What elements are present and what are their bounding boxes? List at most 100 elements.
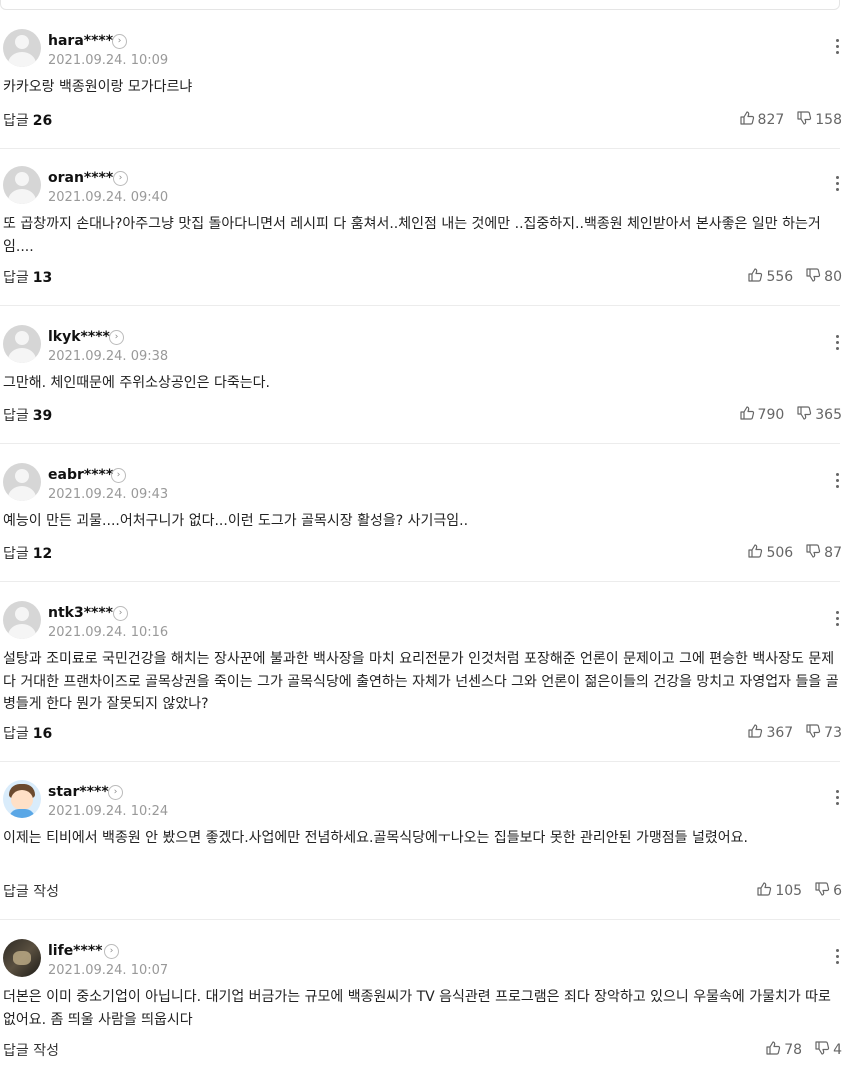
reply-count: 39 — [32, 408, 53, 424]
username[interactable]: oran**** — [48, 170, 113, 186]
comment-text: 또 곱창까지 손대나?아주그냥 맛집 돌아다니면서 레시피 다 훔쳐서..체인점… — [3, 216, 821, 255]
reply-button[interactable]: 답글 작성 — [3, 881, 59, 901]
comment-date: 2021.09.24. 10:07 — [48, 963, 169, 978]
username[interactable]: ntk3**** — [48, 605, 113, 621]
like-button[interactable]: 790 — [739, 405, 785, 425]
chevron-right-icon[interactable]: › — [104, 944, 119, 959]
username[interactable]: lkyk**** — [48, 329, 110, 345]
thumbs-down-icon — [805, 543, 824, 563]
dislike-button[interactable]: 6 — [814, 881, 842, 901]
avatar[interactable] — [3, 601, 41, 639]
chevron-right-icon[interactable]: › — [108, 785, 123, 800]
vote-group: 78 4 — [753, 1040, 842, 1060]
dislike-count: 80 — [824, 269, 842, 285]
like-button[interactable]: 78 — [765, 1040, 802, 1060]
vote-group: 827 158 — [727, 110, 842, 130]
thumbs-up-icon — [747, 543, 766, 563]
reply-label: 답글 — [3, 270, 29, 286]
more-options-icon[interactable] — [832, 176, 842, 196]
reply-button[interactable]: 답글 12 — [3, 543, 52, 563]
reply-label: 답글 — [3, 113, 29, 129]
avatar[interactable] — [3, 463, 41, 501]
comment-date: 2021.09.24. 09:40 — [48, 190, 169, 205]
more-options-icon[interactable] — [832, 473, 842, 493]
chevron-right-icon[interactable]: › — [111, 468, 126, 483]
vote-group: 790 365 — [727, 405, 842, 425]
thumbs-down-icon — [796, 405, 815, 425]
dislike-button[interactable]: 87 — [805, 543, 842, 563]
reply-count: 26 — [32, 113, 53, 129]
comment-date: 2021.09.24. 10:16 — [48, 625, 169, 640]
comment-input-box[interactable] — [0, 0, 840, 10]
avatar[interactable] — [3, 29, 41, 67]
comment-text: 그만해. 체인때문에 주위소상공인은 다죽는다. — [3, 375, 270, 391]
comment-date: 2021.09.24. 10:09 — [48, 53, 169, 68]
divider — [0, 581, 840, 582]
comment-date: 2021.09.24. 09:38 — [48, 349, 169, 364]
thumbs-up-icon — [739, 405, 758, 425]
username[interactable]: eabr**** — [48, 467, 113, 483]
avatar[interactable] — [3, 325, 41, 363]
dislike-button[interactable]: 365 — [796, 405, 842, 425]
reply-label: 답글 작성 — [3, 884, 59, 900]
dislike-button[interactable]: 158 — [796, 110, 842, 130]
reply-label: 답글 — [3, 546, 29, 562]
thumbs-up-icon — [765, 1040, 784, 1060]
more-options-icon[interactable] — [832, 39, 842, 59]
thumbs-down-icon — [814, 1040, 833, 1060]
dislike-count: 158 — [815, 112, 842, 128]
avatar[interactable] — [3, 780, 41, 818]
username[interactable]: life**** — [48, 943, 102, 959]
dislike-count: 87 — [824, 545, 842, 561]
more-options-icon[interactable] — [832, 335, 842, 355]
chevron-right-icon[interactable]: › — [113, 606, 128, 621]
divider — [0, 443, 840, 444]
avatar[interactable] — [3, 939, 41, 977]
reply-button[interactable]: 답글 26 — [3, 110, 52, 130]
reply-label: 답글 — [3, 726, 29, 742]
reply-label: 답글 — [3, 408, 29, 424]
reply-button[interactable]: 답글 작성 — [3, 1040, 59, 1060]
chevron-right-icon[interactable]: › — [113, 171, 128, 186]
dislike-count: 365 — [815, 407, 842, 423]
reply-button[interactable]: 답글 13 — [3, 267, 52, 287]
like-count: 827 — [757, 112, 785, 128]
chevron-right-icon[interactable]: › — [109, 330, 124, 345]
like-button[interactable]: 827 — [739, 110, 785, 130]
thumbs-down-icon — [805, 267, 824, 287]
like-button[interactable]: 105 — [756, 881, 802, 901]
avatar[interactable] — [3, 166, 41, 204]
username[interactable]: hara**** — [48, 33, 113, 49]
comment-text: 예능이 만든 괴물....어처구니가 없다...이런 도그가 골목시장 활성을?… — [3, 513, 469, 529]
like-button[interactable]: 367 — [747, 723, 793, 743]
thumbs-down-icon — [814, 881, 833, 901]
comment-text: 설탕과 조미료로 국민건강을 해치는 장사꾼에 불과한 백사장을 마치 요리전문… — [3, 651, 839, 712]
like-button[interactable]: 556 — [747, 267, 793, 287]
more-options-icon[interactable] — [832, 949, 842, 969]
chevron-right-icon[interactable]: › — [112, 34, 127, 49]
thumbs-up-icon — [756, 881, 775, 901]
vote-group: 556 80 — [735, 267, 842, 287]
comment-text: 카카오랑 백종원이랑 모가다르냐 — [3, 79, 193, 95]
reply-count: 13 — [32, 270, 53, 286]
more-options-icon[interactable] — [832, 790, 842, 810]
comment-text: 이제는 티비에서 백종원 안 봤으면 좋겠다.사업에만 전념하세요.골목식당에ㅜ… — [3, 830, 748, 846]
divider — [0, 148, 840, 149]
vote-group: 105 6 — [744, 881, 842, 901]
dislike-button[interactable]: 4 — [814, 1040, 842, 1060]
dislike-button[interactable]: 80 — [805, 267, 842, 287]
more-options-icon[interactable] — [832, 611, 842, 631]
dislike-button[interactable]: 73 — [805, 723, 842, 743]
divider — [0, 919, 840, 920]
reply-count: 16 — [32, 726, 53, 742]
thumbs-up-icon — [739, 110, 758, 130]
username[interactable]: star**** — [48, 784, 109, 800]
reply-button[interactable]: 답글 16 — [3, 723, 52, 743]
vote-group: 506 87 — [735, 543, 842, 563]
like-button[interactable]: 506 — [747, 543, 793, 563]
like-count: 105 — [775, 883, 803, 899]
reply-button[interactable]: 답글 39 — [3, 405, 52, 425]
comment-date: 2021.09.24. 09:43 — [48, 487, 169, 502]
like-count: 367 — [766, 725, 794, 741]
like-count: 790 — [757, 407, 785, 423]
